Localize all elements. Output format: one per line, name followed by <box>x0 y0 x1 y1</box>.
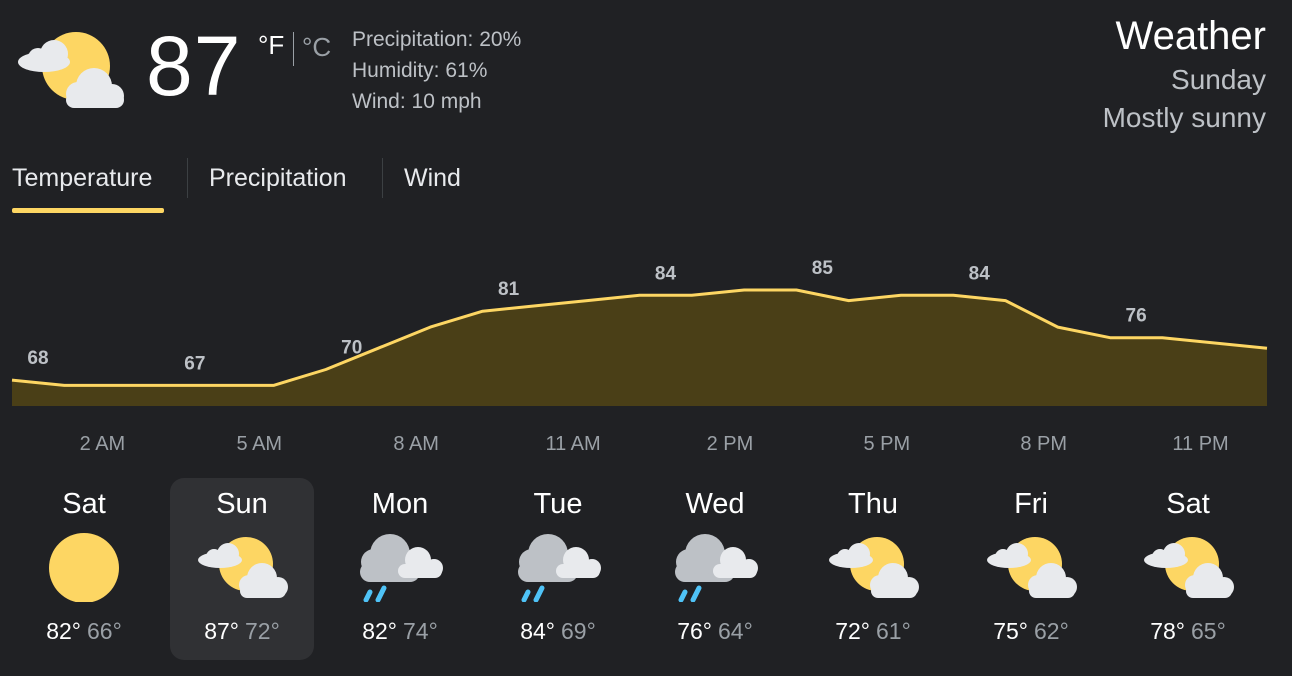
humidity-detail: Humidity: 61% <box>352 59 488 82</box>
low-temperature: 69° <box>561 618 596 644</box>
low-temperature: 62° <box>1034 618 1069 644</box>
sunny-icon <box>49 533 119 602</box>
time-tick-label: 2 PM <box>707 433 754 455</box>
temperature-data-label: 85 <box>812 258 834 279</box>
partly-cloudy-icon <box>987 537 1077 598</box>
temperature-data-label: 76 <box>1126 306 1147 327</box>
day-name: Thu <box>848 488 898 520</box>
high-temperature: 84° <box>520 618 555 644</box>
temperature-area <box>12 290 1267 406</box>
day-name: Sat <box>1166 488 1210 520</box>
unit-celsius-button[interactable]: °C <box>302 32 331 63</box>
time-tick-label: 5 PM <box>863 433 910 455</box>
weather-condition: Mostly sunny <box>1102 102 1266 133</box>
day-name: Wed <box>685 488 745 520</box>
temperature-data-label: 68 <box>27 348 48 369</box>
day-name: Sun <box>216 488 268 520</box>
partly-cloudy-icon <box>1144 537 1234 598</box>
rain-icon <box>675 534 758 602</box>
tab-divider <box>382 158 383 198</box>
time-tick-label: 11 AM <box>545 433 600 455</box>
high-temperature: 82° <box>46 618 81 644</box>
rain-icon <box>360 534 443 602</box>
day-name: Sat <box>62 488 106 520</box>
partly-cloudy-icon <box>198 537 288 598</box>
day-card-mon[interactable]: Mon 82° 74° <box>328 478 472 660</box>
tab-temperature[interactable]: Temperature <box>12 164 152 193</box>
day-card-thu[interactable]: Thu 72° 61° <box>801 478 945 660</box>
high-temperature: 87° <box>204 618 239 644</box>
temperature-data-label: 84 <box>969 263 991 284</box>
weather-title: Weather <box>1115 14 1266 58</box>
tab-wind[interactable]: Wind <box>404 164 461 193</box>
day-temperatures: 78° 65° <box>1116 618 1260 645</box>
unit-divider <box>293 32 294 66</box>
tab-selected-indicator <box>12 208 164 213</box>
day-temperatures: 87° 72° <box>170 618 314 645</box>
temperature-data-label: 70 <box>341 338 362 359</box>
day-card-sat[interactable]: Sat 82° 66° <box>12 478 156 660</box>
low-temperature: 64° <box>718 618 753 644</box>
low-temperature: 74° <box>403 618 438 644</box>
day-temperatures: 76° 64° <box>643 618 787 645</box>
temperature-chart: 68 67 70 81 84 85 84 76 2 AM 5 AM 8 AM 11 AM 2 PM 5 P… <box>11 258 1268 455</box>
day-card-wed[interactable]: Wed 76° 64° <box>643 478 787 660</box>
temperature-data-label: 81 <box>498 279 520 300</box>
low-temperature: 65° <box>1191 618 1226 644</box>
wind-detail: Wind: 10 mph <box>352 90 482 113</box>
temperature-data-label: 84 <box>655 263 677 284</box>
partly-cloudy-icon <box>18 32 124 108</box>
current-temperature: 87 <box>146 19 242 113</box>
weather-day: Sunday <box>1171 64 1266 95</box>
precipitation-detail: Precipitation: 20% <box>352 28 522 51</box>
day-card-fri[interactable]: Fri 75° 62° <box>959 478 1103 660</box>
high-temperature: 76° <box>677 618 712 644</box>
day-name: Mon <box>371 488 429 520</box>
day-name: Fri <box>1014 488 1048 520</box>
tab-precipitation[interactable]: Precipitation <box>209 164 347 193</box>
rain-icon <box>518 534 601 602</box>
low-temperature: 66° <box>87 618 122 644</box>
time-tick-label: 8 AM <box>393 433 439 455</box>
low-temperature: 61° <box>876 618 911 644</box>
day-temperatures: 75° 62° <box>959 618 1103 645</box>
day-temperatures: 82° 66° <box>12 618 156 645</box>
temperature-data-label: 67 <box>184 353 205 374</box>
high-temperature: 78° <box>1150 618 1185 644</box>
time-tick-label: 2 AM <box>80 433 126 455</box>
high-temperature: 75° <box>993 618 1028 644</box>
day-card-sun[interactable]: Sun 87° 72° <box>170 478 314 660</box>
day-card-sat[interactable]: Sat 78° 65° <box>1116 478 1260 660</box>
high-temperature: 82° <box>362 618 397 644</box>
unit-fahrenheit[interactable]: °F <box>258 30 284 61</box>
time-tick-label: 8 PM <box>1020 433 1067 455</box>
high-temperature: 72° <box>835 618 870 644</box>
partly-cloudy-icon <box>829 537 919 598</box>
day-temperatures: 72° 61° <box>801 618 945 645</box>
time-tick-label: 5 AM <box>237 433 283 455</box>
day-name: Tue <box>533 488 583 520</box>
tab-divider <box>187 158 188 198</box>
time-tick-label: 11 PM <box>1172 433 1228 455</box>
day-card-tue[interactable]: Tue 84° 69° <box>486 478 630 660</box>
day-temperatures: 84° 69° <box>486 618 630 645</box>
low-temperature: 72° <box>245 618 280 644</box>
day-temperatures: 82° 74° <box>328 618 472 645</box>
